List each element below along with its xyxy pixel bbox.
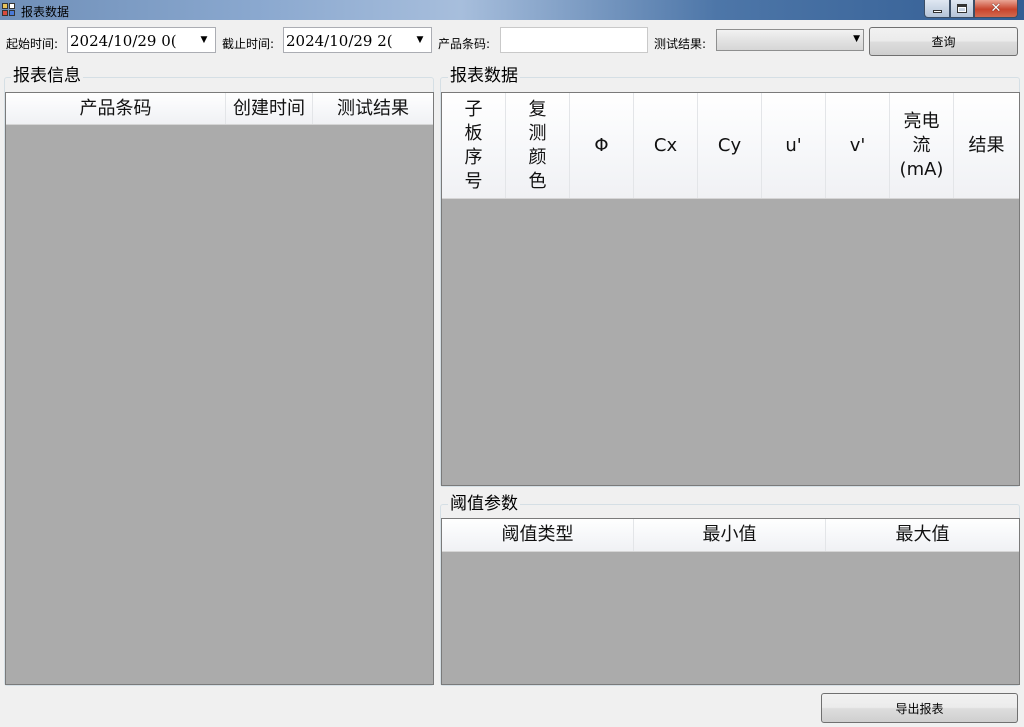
window-controls: ✕ (924, 0, 1018, 18)
report-data-title: 报表数据 (448, 66, 520, 86)
col-header-test-result[interactable]: 测试结果 (313, 93, 433, 124)
end-time-value: 2024/10/29 2( (286, 32, 393, 50)
col-header-subboard-index[interactable]: 子板序号 (442, 93, 506, 198)
minimize-button[interactable] (924, 0, 950, 18)
app-icon (2, 3, 16, 17)
col-header-v-prime[interactable]: v' (826, 93, 890, 198)
chevron-down-icon[interactable]: ▼ (195, 30, 213, 50)
report-info-grid[interactable]: 产品条码 创建时间 测试结果 (5, 92, 434, 685)
col-header-created-time[interactable]: 创建时间 (226, 93, 313, 124)
barcode-input[interactable] (500, 27, 648, 53)
col-header-threshold-type[interactable]: 阈值类型 (442, 519, 634, 551)
barcode-label: 产品条码: (438, 37, 491, 51)
minimize-icon (932, 10, 942, 13)
col-header-result[interactable]: 结果 (954, 93, 1019, 198)
chevron-down-icon: ▼ (853, 34, 860, 44)
title-bar[interactable]: 报表数据 ✕ (0, 0, 1024, 20)
threshold-header: 阈值类型 最小值 最大值 (442, 519, 1019, 552)
close-icon: ✕ (990, 1, 1002, 16)
col-header-u-prime[interactable]: u' (762, 93, 826, 198)
col-header-retest-color[interactable]: 复测颜色 (506, 93, 570, 198)
col-header-phi[interactable]: Φ (570, 93, 634, 198)
col-header-light-current[interactable]: 亮电流(mA) (890, 93, 954, 198)
export-report-button[interactable]: 导出报表 (821, 693, 1018, 723)
col-header-min-value[interactable]: 最小值 (634, 519, 826, 551)
start-time-picker[interactable]: 2024/10/29 0( ▼ (67, 27, 216, 53)
report-data-header: 子板序号 复测颜色 Φ Cx Cy u' v' 亮电流(mA) 结果 (442, 93, 1019, 199)
window-title: 报表数据 (21, 5, 70, 19)
report-info-header: 产品条码 创建时间 测试结果 (6, 93, 433, 125)
col-header-max-value[interactable]: 最大值 (826, 519, 1019, 551)
col-header-barcode[interactable]: 产品条码 (6, 93, 226, 124)
col-header-cy[interactable]: Cy (698, 93, 762, 198)
maximize-button[interactable] (950, 0, 974, 18)
threshold-grid[interactable]: 阈值类型 最小值 最大值 (441, 518, 1020, 685)
query-button[interactable]: 查询 (869, 27, 1018, 56)
report-info-title: 报表信息 (11, 66, 83, 86)
col-header-cx[interactable]: Cx (634, 93, 698, 198)
test-result-label: 测试结果: (654, 37, 707, 51)
start-time-label: 起始时间: (6, 37, 59, 51)
chevron-down-icon[interactable]: ▼ (411, 30, 429, 50)
maximize-icon (957, 4, 967, 13)
threshold-title: 阈值参数 (448, 494, 520, 514)
end-time-label: 截止时间: (222, 37, 275, 51)
close-button[interactable]: ✕ (974, 0, 1018, 18)
test-result-select[interactable]: ▼ (716, 29, 864, 51)
report-data-grid[interactable]: 子板序号 复测颜色 Φ Cx Cy u' v' 亮电流(mA) 结果 (441, 92, 1020, 486)
end-time-picker[interactable]: 2024/10/29 2( ▼ (283, 27, 432, 53)
start-time-value: 2024/10/29 0( (70, 32, 177, 50)
